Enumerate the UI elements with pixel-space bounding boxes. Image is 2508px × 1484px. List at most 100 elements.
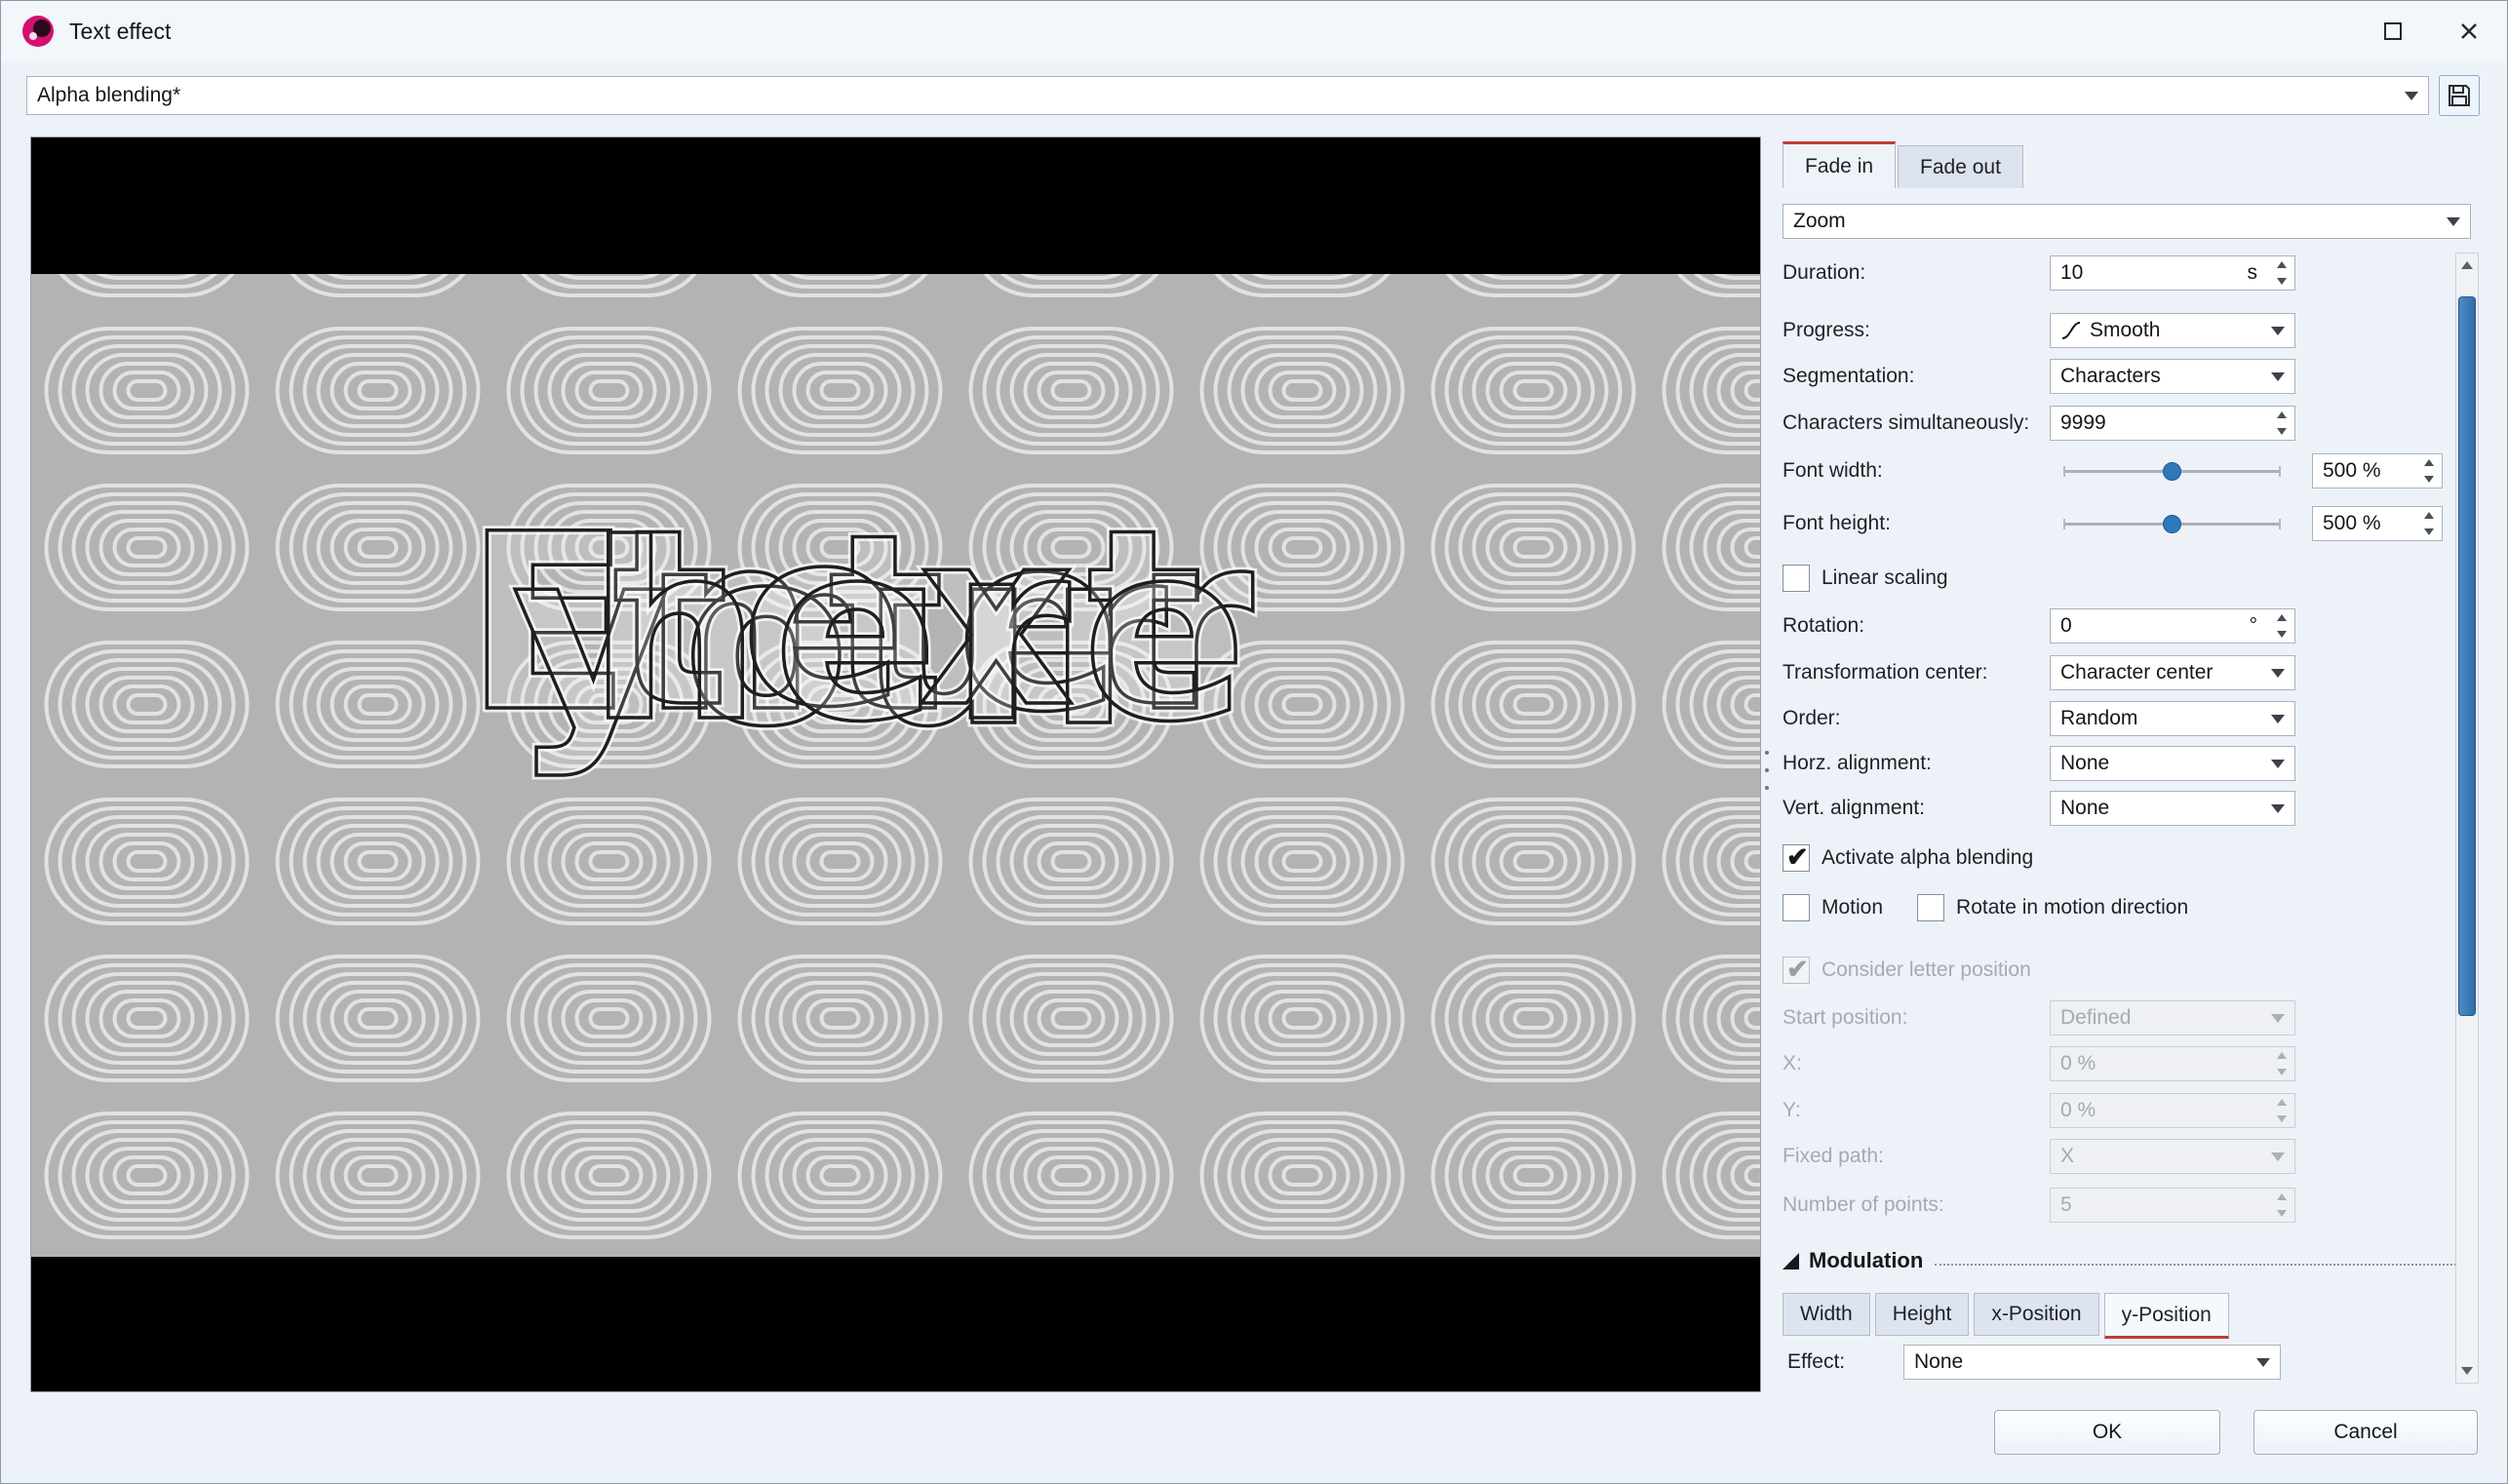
vert-alignment-select[interactable]: None <box>2050 791 2295 826</box>
save-icon <box>2449 85 2470 106</box>
text-effect-dialog: Text effect Alpha blending* Enter your t… <box>0 0 2508 1484</box>
rotation-unit: ° <box>2249 614 2257 637</box>
modulation-effect-select[interactable]: None <box>1903 1345 2281 1380</box>
window-controls <box>2355 1 2507 61</box>
rotate-motion-checkbox[interactable] <box>1917 894 1945 921</box>
slider-thumb[interactable] <box>2163 515 2181 533</box>
titlebar: Text effect <box>1 1 2507 61</box>
dropdown-arrow-icon <box>2271 1014 2285 1023</box>
activate-alpha-row: Activate alpha blending <box>1783 842 2033 873</box>
tab-x-position[interactable]: x-Position <box>1974 1293 2099 1336</box>
chars-simultaneously-label: Characters simultaneously: <box>1783 411 2030 434</box>
transformation-center-value: Character center <box>2060 661 2214 683</box>
spin-down-icon[interactable] <box>2416 524 2442 540</box>
spin-up-icon <box>2269 1094 2294 1111</box>
scroll-up-button[interactable] <box>2456 254 2478 277</box>
consider-letter-label: Consider letter position <box>1822 958 2031 981</box>
spin-up-icon[interactable] <box>2269 609 2294 626</box>
segmentation-select[interactable]: Characters <box>2050 359 2295 394</box>
panel-scrollbar[interactable] <box>2455 253 2479 1384</box>
collapse-triangle-icon <box>1783 1252 1799 1269</box>
font-height-label: Font height: <box>1783 512 1891 534</box>
x-label: X: <box>1783 1052 1802 1074</box>
vert-alignment-label: Vert. alignment: <box>1783 797 1925 819</box>
start-position-select: Defined <box>2050 1000 2295 1035</box>
vert-alignment-value: None <box>2060 797 2110 819</box>
dropdown-arrow-icon <box>2271 760 2285 768</box>
order-select[interactable]: Random <box>2050 701 2295 736</box>
effect-type-select[interactable]: Zoom <box>1783 204 2471 239</box>
y-value: 0 % <box>2060 1099 2097 1121</box>
rotation-input[interactable]: 0 ° <box>2050 608 2295 644</box>
dropdown-arrow-icon <box>2271 804 2285 813</box>
spin-up-icon[interactable] <box>2269 256 2294 273</box>
spin-down-icon[interactable] <box>2269 626 2294 643</box>
spin-down-icon[interactable] <box>2269 423 2294 440</box>
scrollbar-thumb[interactable] <box>2458 296 2476 1016</box>
settings-panel: Fade in Fade out Zoom Duration: 10 s Pro… <box>1776 137 2484 1414</box>
chars-simultaneously-value: 9999 <box>2060 411 2106 434</box>
dropdown-arrow-icon <box>2271 669 2285 678</box>
font-height-value: 500 % <box>2323 512 2381 534</box>
panel-splitter[interactable] <box>1762 747 1772 794</box>
activate-alpha-checkbox[interactable] <box>1783 842 1810 873</box>
progress-row: Progress: Smooth <box>1783 313 2464 348</box>
ok-button[interactable]: OK <box>1994 1410 2220 1455</box>
horz-alignment-label: Horz. alignment: <box>1783 752 1932 774</box>
font-height-input[interactable]: 500 % <box>2312 506 2443 541</box>
tab-fade-in[interactable]: Fade in <box>1783 141 1897 188</box>
spin-up-icon[interactable] <box>2416 507 2442 524</box>
font-width-input[interactable]: 500 % <box>2312 453 2443 488</box>
spin-down-icon[interactable] <box>2269 273 2294 290</box>
linear-scaling-checkbox[interactable] <box>1783 565 1810 592</box>
progress-select[interactable]: Smooth <box>2050 313 2295 348</box>
segmentation-value: Characters <box>2060 365 2161 387</box>
tab-width[interactable]: Width <box>1783 1293 1870 1336</box>
duration-unit: s <box>2247 261 2258 284</box>
modulation-effect-row: Effect: None <box>1783 1345 2464 1380</box>
spin-up-icon[interactable] <box>2416 454 2442 471</box>
preview-render: Enter your text here Enter your text her… <box>31 137 1760 1391</box>
horz-alignment-select[interactable]: None <box>2050 746 2295 781</box>
preview-word: here <box>588 491 1259 775</box>
dropdown-arrow-icon <box>2271 327 2285 335</box>
consider-letter-checkbox <box>1783 955 1810 985</box>
maximize-button[interactable] <box>2355 1 2431 61</box>
spin-down-icon <box>2269 1111 2294 1127</box>
number-of-points-value: 5 <box>2060 1193 2072 1216</box>
font-width-slider[interactable] <box>2063 453 2281 488</box>
tab-y-position[interactable]: y-Position <box>2103 1293 2229 1339</box>
fixed-path-value: X <box>2060 1145 2075 1167</box>
tab-height[interactable]: Height <box>1874 1293 1970 1336</box>
spin-up-icon <box>2269 1047 2294 1064</box>
save-preset-button[interactable] <box>2439 75 2480 116</box>
fade-tabs: Fade in Fade out <box>1783 141 2025 188</box>
spin-up-icon <box>2269 1189 2294 1205</box>
preset-select[interactable]: Alpha blending* <box>26 76 2429 115</box>
duration-input[interactable]: 10 s <box>2050 255 2295 291</box>
fixed-path-label: Fixed path: <box>1783 1145 1884 1167</box>
rotation-row: Rotation: 0 ° <box>1783 608 2464 644</box>
font-height-slider[interactable] <box>2063 506 2281 541</box>
cancel-button[interactable]: Cancel <box>2253 1410 2478 1455</box>
spin-up-icon[interactable] <box>2269 407 2294 423</box>
dropdown-arrow-icon <box>2447 217 2460 226</box>
transformation-center-select[interactable]: Character center <box>2050 655 2295 690</box>
modulation-header[interactable]: Modulation <box>1783 1248 2464 1273</box>
slider-thumb[interactable] <box>2163 462 2181 481</box>
horz-alignment-row: Horz. alignment: None <box>1783 746 2464 781</box>
close-button[interactable] <box>2431 1 2507 61</box>
modulation-title: Modulation <box>1809 1248 1924 1272</box>
linear-scaling-row: Linear scaling <box>1783 564 1948 593</box>
chars-simultaneously-input[interactable]: 9999 <box>2050 406 2295 441</box>
tab-fade-out[interactable]: Fade out <box>1898 145 2023 188</box>
dropdown-arrow-icon <box>2271 715 2285 723</box>
progress-value: Smooth <box>2090 319 2161 341</box>
scroll-down-button[interactable] <box>2456 1359 2478 1383</box>
motion-checkbox[interactable] <box>1783 894 1810 921</box>
chars-simultaneously-row: Characters simultaneously: 9999 <box>1783 406 2464 441</box>
rotation-value: 0 <box>2060 614 2072 637</box>
spin-down-icon[interactable] <box>2416 471 2442 488</box>
scroll-up-icon <box>2461 261 2473 269</box>
duration-value: 10 <box>2060 261 2084 284</box>
